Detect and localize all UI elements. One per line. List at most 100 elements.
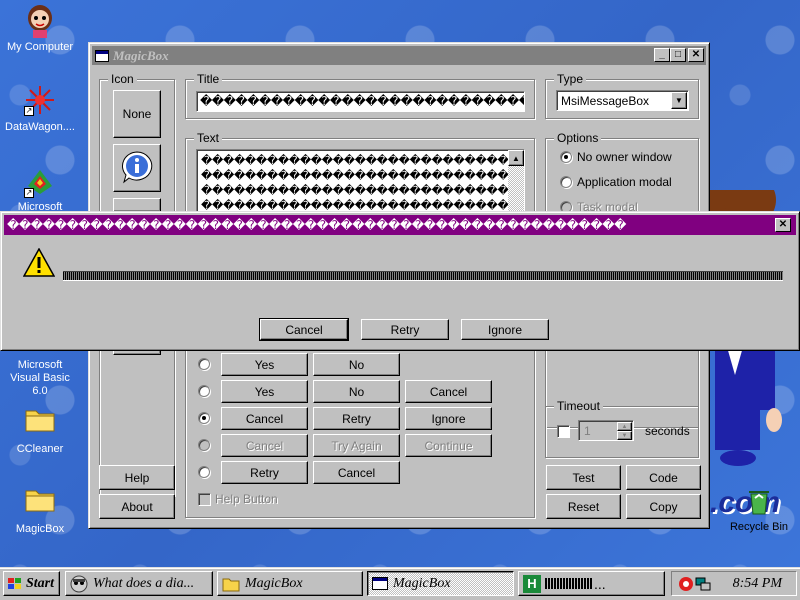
desktop-icon-ccleaner[interactable]: CCleaner <box>1 406 79 456</box>
close-button[interactable]: ✕ <box>688 48 704 62</box>
taskbar-progress-dots <box>545 578 593 589</box>
type-select[interactable]: MsiMessageBox ▼ <box>556 90 689 111</box>
message-ignore-button[interactable]: Ignore <box>461 319 549 340</box>
desktop-icon-magicbox[interactable]: MagicBox <box>1 486 79 536</box>
help-button[interactable]: Help <box>99 465 175 490</box>
buttons-cancel-tryagain-continue-radio[interactable] <box>198 439 210 451</box>
maximize-button[interactable]: □ <box>670 48 686 62</box>
test-button[interactable]: Test <box>546 465 621 490</box>
title-input[interactable]: �������������������������������������� <box>196 91 525 112</box>
icon-none-button[interactable]: None <box>113 90 161 138</box>
buttons-cancel-retry-ignore-radio[interactable] <box>198 412 210 424</box>
chevron-down-icon[interactable]: ▼ <box>671 92 687 109</box>
progress-bar <box>63 271 783 281</box>
help-button-checkbox[interactable] <box>198 493 211 506</box>
row3-cancel-button[interactable]: Cancel <box>221 407 308 430</box>
desktop-icon-datawagon[interactable]: ↗ DataWagon.... <box>1 84 79 134</box>
taskbar-item-label: MagicBox <box>393 575 451 591</box>
close-button[interactable]: ✕ <box>775 218 791 232</box>
progress-app-icon: H <box>523 574 541 593</box>
row5-cancel-button[interactable]: Cancel <box>313 461 400 484</box>
scroll-up-arrow-icon[interactable]: ▲ <box>508 150 524 166</box>
button-label: Cancel <box>429 384 468 399</box>
code-button[interactable]: Code <box>626 465 701 490</box>
help-button-label: Help <box>124 470 150 485</box>
row5-retry-button[interactable]: Retry <box>221 461 308 484</box>
spinner-down-icon[interactable]: ▼ <box>617 431 632 440</box>
my-computer-icon <box>24 4 56 38</box>
row4-continue-button[interactable]: Continue <box>405 434 492 457</box>
taskbar-item-magicbox-folder[interactable]: MagicBox <box>217 571 363 596</box>
text-textarea[interactable]: ����������������������������� ����������… <box>196 149 525 215</box>
system-tray: 8:54 PM <box>671 571 797 596</box>
code-button-label: Code <box>649 470 678 485</box>
app-window-icon <box>372 577 388 590</box>
about-button[interactable]: About <box>99 494 175 519</box>
tray-app-icon[interactable] <box>678 576 694 595</box>
taskbar: Start What does a dia... MagicBox MagicB… <box>0 567 800 600</box>
button-label: Cancel <box>245 438 284 453</box>
message-title: ����������������������������������������… <box>7 218 627 232</box>
taskbar-progress-ellipsis: ... <box>594 575 606 592</box>
row1-no-button[interactable]: No <box>313 353 400 376</box>
button-label: Try Again <box>331 438 382 453</box>
message-retry-button[interactable]: Retry <box>361 319 449 340</box>
buttons-retry-cancel-radio[interactable] <box>198 466 210 478</box>
text-vertical-scrollbar[interactable]: ▲ <box>508 150 524 214</box>
tray-network-icon[interactable] <box>695 576 711 595</box>
row4-try-again-button[interactable]: Try Again <box>313 434 400 457</box>
message-cancel-button[interactable]: Cancel <box>259 318 349 341</box>
visual-studio-icon: ↗ <box>24 166 56 198</box>
buttons-yes-no-cancel-radio[interactable] <box>198 385 210 397</box>
text-line: ����������������������������� <box>201 184 520 197</box>
copy-button[interactable]: Copy <box>626 494 701 519</box>
reset-button-label: Reset <box>567 499 600 514</box>
clock[interactable]: 8:54 PM <box>733 576 782 592</box>
folder-icon <box>24 486 56 518</box>
spinner-up-icon[interactable]: ▲ <box>617 422 632 431</box>
row2-no-button[interactable]: No <box>313 380 400 403</box>
row2-yes-button[interactable]: Yes <box>221 380 308 403</box>
row3-retry-button[interactable]: Retry <box>313 407 400 430</box>
buttons-yes-no-radio[interactable] <box>198 358 210 370</box>
help-button-checkbox-label: Help Button <box>215 492 278 506</box>
option-no-owner-radio[interactable] <box>560 151 572 163</box>
option-application-modal-radio[interactable] <box>560 176 572 188</box>
desktop-icon-my-computer[interactable]: My Computer <box>1 4 79 54</box>
type-select-value: MsiMessageBox <box>561 94 650 108</box>
start-label: Start <box>26 575 55 591</box>
row4-cancel-button[interactable]: Cancel <box>221 434 308 457</box>
row2-cancel-button[interactable]: Cancel <box>405 380 492 403</box>
text-group-label: Text <box>194 131 223 145</box>
desktop-icon-label: My Computer <box>6 41 74 53</box>
taskbar-item-label: MagicBox <box>245 575 303 591</box>
reset-button[interactable]: Reset <box>546 494 621 519</box>
magicbox-title-bar[interactable]: MagicBox _ □ ✕ <box>92 46 706 65</box>
message-title-bar[interactable]: ����������������������������������������… <box>4 215 796 235</box>
row3-ignore-button[interactable]: Ignore <box>405 407 492 430</box>
desktop-icon-label: Microsoft Visual Basic 6.0 <box>10 359 70 397</box>
taskbar-item-progress[interactable]: H ... <box>518 571 665 596</box>
taskbar-item-browser[interactable]: What does a dia... <box>65 571 213 596</box>
app-window-icon <box>95 49 109 62</box>
option-application-modal-label: Application modal <box>577 175 672 189</box>
button-label: No <box>348 384 365 399</box>
start-button[interactable]: Start <box>3 571 60 596</box>
icon-group-label: Icon <box>108 72 137 86</box>
text-line: ����������������������������� <box>201 169 520 182</box>
minimize-button[interactable]: _ <box>654 48 670 62</box>
icon-warning-button[interactable] <box>113 198 161 212</box>
desktop-icon-label: MagicBox <box>15 523 65 535</box>
windows-logo-icon <box>7 577 23 591</box>
taskbar-item-magicbox-app[interactable]: MagicBox <box>367 571 514 596</box>
message-ignore-label: Ignore <box>487 322 523 337</box>
row1-yes-button[interactable]: Yes <box>221 353 308 376</box>
desktop-icon-vb6[interactable]: Microsoft Visual Basic 6.0 <box>1 359 79 398</box>
timeout-checkbox[interactable] <box>557 425 570 438</box>
icon-information-button[interactable] <box>113 144 161 192</box>
button-label: Ignore <box>431 411 466 426</box>
taskbar-item-label: What does a dia... <box>93 575 195 591</box>
desktop-icon-recycle-bin[interactable]: Recycle Bin <box>720 484 798 534</box>
shortcut-arrow-icon: ↗ <box>24 106 34 116</box>
timeout-spinner-input[interactable]: 1 ▲ ▼ <box>578 420 634 441</box>
